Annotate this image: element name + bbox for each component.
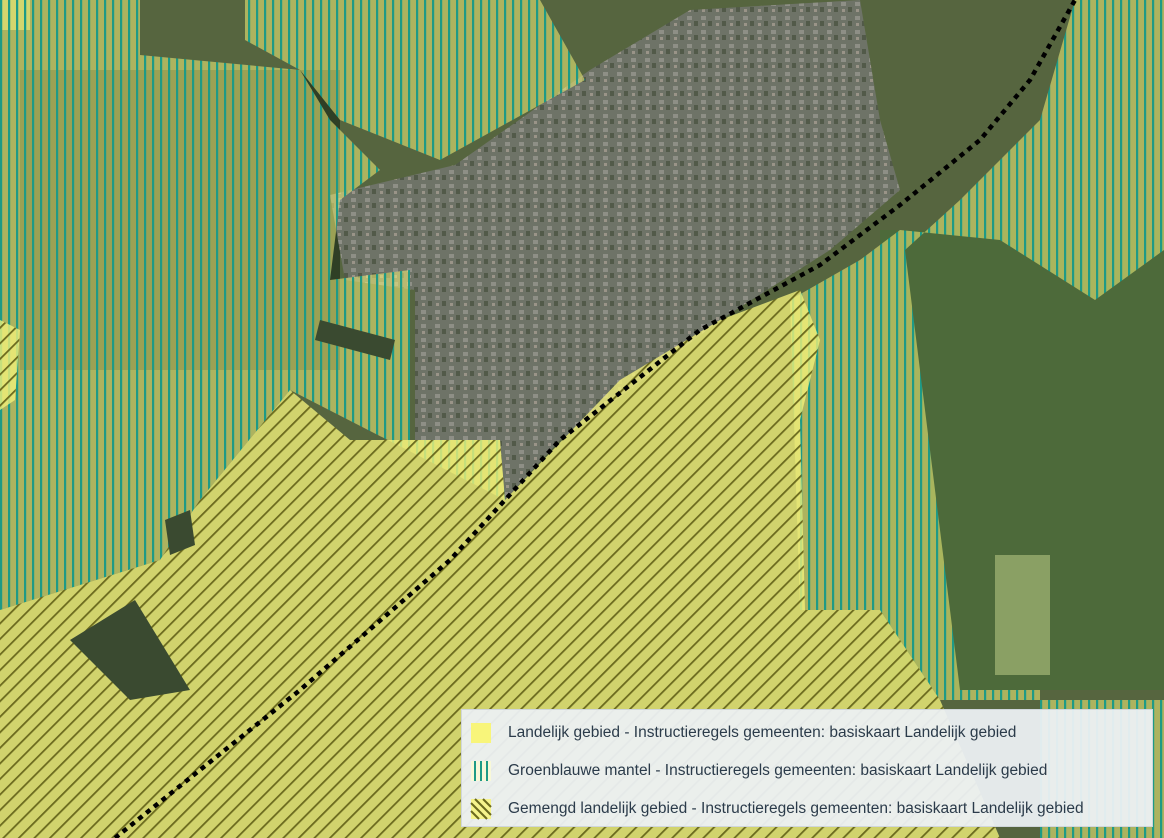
vertical-stripes-swatch-icon bbox=[471, 761, 491, 781]
field-strip bbox=[995, 555, 1050, 675]
legend-item: Landelijk gebied - Instructieregels geme… bbox=[462, 714, 1152, 752]
legend-item: Gemengd landelijk gebied - Instructiereg… bbox=[462, 790, 1152, 828]
map-legend: Landelijk gebied - Instructieregels geme… bbox=[461, 709, 1153, 827]
diagonal-stripes-swatch-icon bbox=[470, 798, 492, 820]
legend-label: Gemengd landelijk gebied - Instructiereg… bbox=[508, 800, 1084, 817]
legend-item: Groenblauwe mantel - Instructieregels ge… bbox=[462, 752, 1152, 790]
yellow-fill-swatch-icon bbox=[471, 723, 491, 743]
legend-label: Groenblauwe mantel - Instructieregels ge… bbox=[508, 762, 1048, 779]
map-viewport[interactable]: Landelijk gebied - Instructieregels geme… bbox=[0, 0, 1164, 838]
legend-label: Landelijk gebied - Instructieregels geme… bbox=[508, 724, 1017, 741]
